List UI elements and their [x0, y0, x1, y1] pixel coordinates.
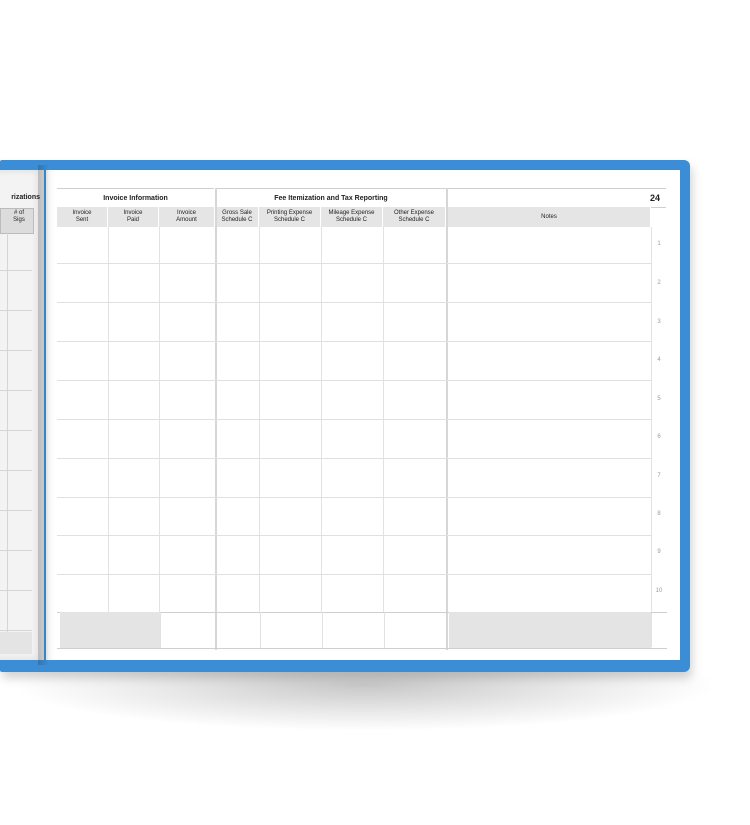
left-page-footer	[0, 632, 32, 654]
col-mileage-expense: Mileage Expense Schedule C	[321, 207, 383, 227]
left-page-rule	[0, 390, 32, 391]
left-page-rule	[0, 550, 32, 551]
row-rule	[57, 380, 651, 381]
totals-rule	[260, 612, 261, 648]
row-number: 5	[657, 396, 661, 402]
col-invoice-sent: Invoice Sent	[57, 207, 108, 227]
row-number: 4	[657, 357, 661, 363]
notes-right-rule	[651, 227, 652, 647]
totals-rule	[322, 612, 323, 648]
left-page-rule	[0, 470, 32, 471]
row-rule	[57, 419, 651, 420]
row-rule	[57, 302, 651, 303]
row-rule	[57, 574, 651, 575]
row-number: 8	[657, 511, 661, 517]
left-page-rule	[0, 590, 32, 591]
row-rule	[57, 341, 651, 342]
row-number: 3	[657, 319, 661, 325]
row-rule	[57, 458, 651, 459]
row-number: 6	[657, 434, 661, 440]
left-page-divider	[7, 232, 8, 632]
section-invoice-information: Invoice Information	[57, 188, 214, 208]
totals-rule	[384, 612, 385, 648]
col-gross-sale: Gross Sale Schedule C	[216, 207, 259, 227]
row-number: 9	[657, 549, 661, 555]
row-number: 2	[657, 280, 661, 286]
totals-rule	[160, 612, 161, 648]
totals-shaded-cell	[60, 612, 160, 648]
left-page-rule	[0, 270, 32, 271]
col-notes: Notes	[448, 207, 651, 227]
book-gutter	[38, 165, 48, 665]
sigs-column-label: # of Sigs	[13, 210, 25, 223]
row-rule	[57, 497, 651, 498]
right-page	[46, 170, 680, 660]
row-number: 7	[657, 473, 661, 479]
section-fee-itemization: Fee Itemization and Tax Reporting	[216, 188, 446, 208]
row-rule	[57, 535, 651, 536]
left-page-rule	[0, 430, 32, 431]
left-page-rule	[0, 350, 32, 351]
totals-bottom-rule	[57, 648, 667, 649]
left-page-rule	[0, 510, 32, 511]
section-notes-header-band	[448, 188, 666, 208]
col-invoice-paid: Invoice Paid	[108, 207, 159, 227]
row-rule	[57, 263, 651, 264]
left-page-title: rizations	[11, 194, 40, 201]
row-number: 1	[657, 241, 661, 247]
left-page-rule	[0, 310, 32, 311]
left-page-rule	[0, 630, 32, 631]
col-invoice-amount: Invoice Amount	[159, 207, 215, 227]
notes-totals-shaded-cell	[449, 612, 651, 648]
col-printing-expense: Printing Expense Schedule C	[259, 207, 321, 227]
col-other-expense: Other Expense Schedule C	[383, 207, 446, 227]
row-number: 10	[655, 588, 663, 594]
